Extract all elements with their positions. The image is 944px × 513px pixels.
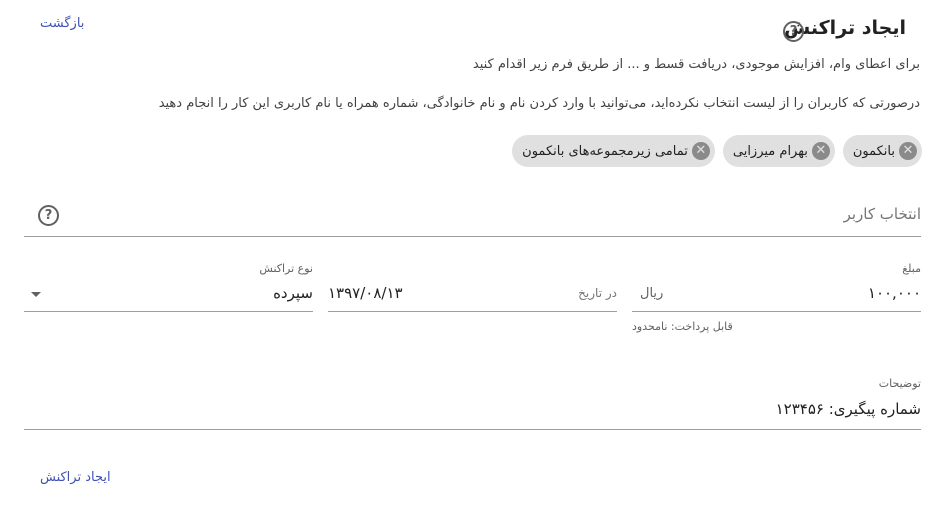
chip-bankmon[interactable]: بانکمون ✕ — [842, 135, 922, 167]
transaction-type-label: نوع تراکنش — [259, 262, 313, 275]
user-select-placeholder: انتخاب کاربر — [843, 205, 921, 223]
help-icon[interactable]: ? — [38, 205, 59, 226]
notes-label: توضیحات — [878, 377, 921, 390]
date-field[interactable]: در تاریخ ۱۳۹۷/۰۸/۱۳ — [328, 260, 617, 315]
help-icon[interactable]: ? — [783, 21, 804, 42]
divider — [632, 311, 921, 312]
date-input[interactable]: ۱۳۹۷/۰۸/۱۳ — [328, 284, 403, 302]
divider — [328, 311, 617, 312]
create-transaction-button[interactable]: ایجاد تراکنش — [40, 470, 111, 485]
divider — [24, 311, 313, 312]
transaction-type-select[interactable]: نوع تراکنش سپرده — [24, 260, 313, 315]
chevron-down-icon[interactable] — [31, 292, 41, 297]
amount-input[interactable]: ۱۰۰,۰۰۰ — [868, 284, 921, 302]
user-select-field[interactable]: انتخاب کاربر ? — [24, 198, 921, 238]
amount-unit: ریال — [640, 286, 664, 301]
cancel-icon[interactable]: ✕ — [899, 142, 917, 160]
divider — [24, 236, 921, 237]
selected-users-chips: بانکمون ✕ بهرام میرزایی ✕ تمامی زیرمجموع… — [512, 135, 922, 167]
amount-label: مبلغ — [902, 262, 921, 275]
chip-bahram-mirzaei[interactable]: بهرام میرزایی ✕ — [722, 135, 835, 167]
chip-label: تمامی زیرمجموعه‌های بانکمون — [522, 143, 688, 159]
notes-input[interactable]: شماره پیگیری: ۱۲۳۴۵۶ — [776, 400, 921, 418]
notes-field[interactable]: توضیحات شماره پیگیری: ۱۲۳۴۵۶ — [24, 375, 921, 431]
instructions-text: درصورتی که کاربران را از لیست انتخاب نکر… — [158, 96, 920, 111]
divider — [24, 429, 921, 430]
cancel-icon[interactable]: ✕ — [691, 142, 710, 160]
amount-field[interactable]: مبلغ ۱۰۰,۰۰۰ ریال قابل پرداخت: نامحدود — [632, 260, 921, 340]
transaction-type-value: سپرده — [273, 284, 313, 302]
chip-label: بهرام میرزایی — [732, 143, 808, 159]
cancel-icon[interactable]: ✕ — [811, 142, 830, 160]
amount-hint: قابل پرداخت: نامحدود — [632, 320, 733, 333]
date-label: در تاریخ — [578, 286, 617, 300]
chip-all-subsidiaries[interactable]: تمامی زیرمجموعه‌های بانکمون ✕ — [512, 135, 715, 167]
chip-label: بانکمون — [852, 143, 895, 159]
back-button[interactable]: بازگشت — [40, 16, 84, 31]
description-text: برای اعطای وام، افزایش موجودی، دریافت قس… — [472, 57, 920, 72]
